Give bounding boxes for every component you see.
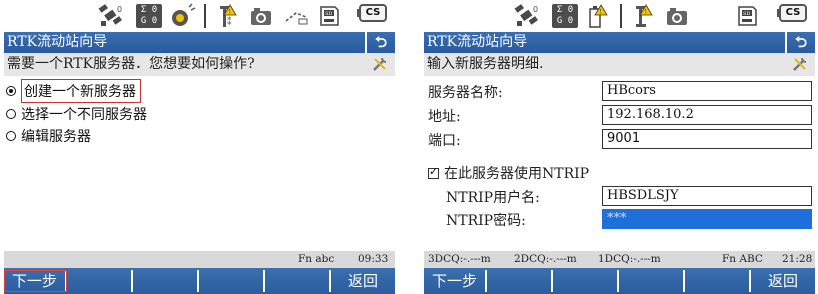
status-bar: 0 Σ 0 G 0 ! ! SD CS [424, 0, 815, 32]
ntrip-user-label: NTRIP用户名: [446, 190, 540, 206]
option-label: 编辑服务器 [21, 129, 91, 145]
sigma-count: Σ 0 [556, 5, 574, 15]
satellite-count-box: Σ 0 G 0 [136, 4, 162, 28]
bluetooth-warning-icon: ! ⁑ [216, 2, 240, 30]
option-create-new-server[interactable]: 创建一个新服务器 [6, 79, 141, 103]
dcq1-readout: 1DCQ:-.---m [598, 253, 661, 265]
battery-warning-icon: ! [586, 2, 612, 30]
radio-signal-icon [168, 2, 198, 30]
prompt-text: 需要一个RTK服务器．您想要如何操作? [7, 56, 255, 72]
satellite-icon: 0 [512, 2, 542, 30]
prompt-row: 输入新服务器明细. [424, 53, 815, 76]
softkey-f3[interactable] [133, 270, 199, 292]
back-arrow-icon[interactable]: ⮌ [785, 32, 815, 53]
option-select-different-server[interactable]: 选择一个不同服务器 [6, 103, 147, 125]
softkey-bar: 下一步 返回 [424, 268, 815, 294]
next-button[interactable]: 下一步 [424, 270, 487, 292]
cs-badge: CS [357, 4, 387, 22]
wrench-icon [373, 57, 387, 71]
dcq2-readout: 2DCQ:-.---m [514, 253, 577, 265]
status-divider [620, 4, 622, 28]
option-label: 选择一个不同服务器 [21, 107, 147, 123]
address-field[interactable]: 192.168.10.2 [602, 105, 812, 125]
clock: 09:33 [358, 253, 389, 265]
softkey-bar: 下一步 返回 [4, 268, 395, 294]
right-screen: 0 Σ 0 G 0 ! ! SD CS RTK流动站向导 ⮌ 输入新服务器明细.… [424, 0, 815, 294]
status-divider [204, 4, 206, 28]
svg-text:!: ! [600, 9, 602, 16]
input-mode: Fn abc [298, 253, 335, 265]
left-screen: 0 Σ 0 G 0 ! ⁑ SD CS RTK流动站向导 ⮌ 需要一个RTK服务器… [4, 0, 395, 294]
svg-text:0: 0 [117, 5, 122, 14]
svg-text:!: ! [645, 9, 647, 16]
back-button[interactable]: 返回 [331, 270, 395, 292]
antenna-warning-icon: ! [632, 2, 656, 30]
title-bar: RTK流动站向导 ⮌ [4, 32, 395, 53]
softkey-f2[interactable] [487, 270, 553, 292]
ntrip-checkbox[interactable] [428, 165, 439, 179]
ntrip-password-label: NTRIP密码: [446, 213, 526, 229]
radio-button[interactable] [6, 131, 16, 141]
cs-badge: CS [777, 4, 807, 22]
prompt-row: 需要一个RTK服务器．您想要如何操作? [4, 53, 395, 76]
ntrip-user-field[interactable]: HBSDLSJY [602, 186, 812, 206]
info-bar: 3DCQ:-.---m 2DCQ:-.---m 1DCQ:-.---m Fn A… [424, 251, 815, 268]
server-name-field[interactable]: HBcors [602, 81, 812, 101]
softkey-f4[interactable] [199, 270, 265, 292]
camera-icon [664, 2, 690, 30]
softkey-f3[interactable] [553, 270, 619, 292]
clock: 21:28 [782, 253, 813, 265]
back-arrow-icon[interactable]: ⮌ [365, 32, 395, 53]
port-label: 端口: [428, 133, 461, 149]
camera-icon [248, 2, 274, 30]
page-title: RTK流动站向导 [7, 34, 108, 50]
dcq3-readout: 3DCQ:-.---m [428, 253, 491, 265]
ntrip-password-field[interactable]: *** [602, 209, 812, 229]
softkey-f2[interactable] [67, 270, 133, 292]
input-mode: Fn ABC [722, 253, 763, 265]
radio-button[interactable] [6, 109, 16, 119]
svg-text:SD: SD [325, 11, 332, 17]
sd-card-icon: SD [734, 2, 760, 30]
svg-text:0: 0 [533, 5, 538, 14]
server-name-label: 服务器名称: [428, 85, 503, 101]
satellite-icon: 0 [96, 2, 126, 30]
option-label: 创建一个新服务器 [21, 79, 141, 103]
sd-card-icon: SD [316, 2, 342, 30]
title-bar: RTK流动站向导 ⮌ [424, 32, 815, 53]
svg-text:!: ! [229, 9, 231, 16]
next-button[interactable]: 下一步 [4, 270, 67, 292]
sigma-count: Σ 0 [140, 5, 158, 15]
prompt-text: 输入新服务器明细. [427, 56, 544, 72]
option-edit-server[interactable]: 编辑服务器 [6, 125, 91, 147]
softkey-f4[interactable] [619, 270, 685, 292]
satellite-count-box: Σ 0 G 0 [552, 4, 578, 28]
info-bar: Fn abc 09:33 [4, 251, 395, 268]
svg-text:⁑: ⁑ [227, 16, 232, 28]
radio-button[interactable] [6, 86, 16, 96]
address-label: 地址: [428, 109, 461, 125]
g-count: G 0 [140, 16, 158, 26]
page-title: RTK流动站向导 [427, 34, 528, 50]
softkey-f5[interactable] [685, 270, 751, 292]
port-field[interactable]: 9001 [602, 129, 812, 149]
softkey-f5[interactable] [265, 270, 331, 292]
back-button[interactable]: 返回 [751, 270, 815, 292]
wrench-icon [793, 57, 807, 71]
svg-text:SD: SD [743, 11, 750, 17]
line-tool-icon [282, 2, 310, 30]
g-count: G 0 [556, 16, 574, 26]
ntrip-checkbox-label: 在此服务器使用NTRIP [444, 166, 590, 182]
ntrip-checkbox-row[interactable]: 在此服务器使用NTRIP [428, 163, 589, 183]
status-bar: 0 Σ 0 G 0 ! ⁑ SD CS [4, 0, 395, 32]
